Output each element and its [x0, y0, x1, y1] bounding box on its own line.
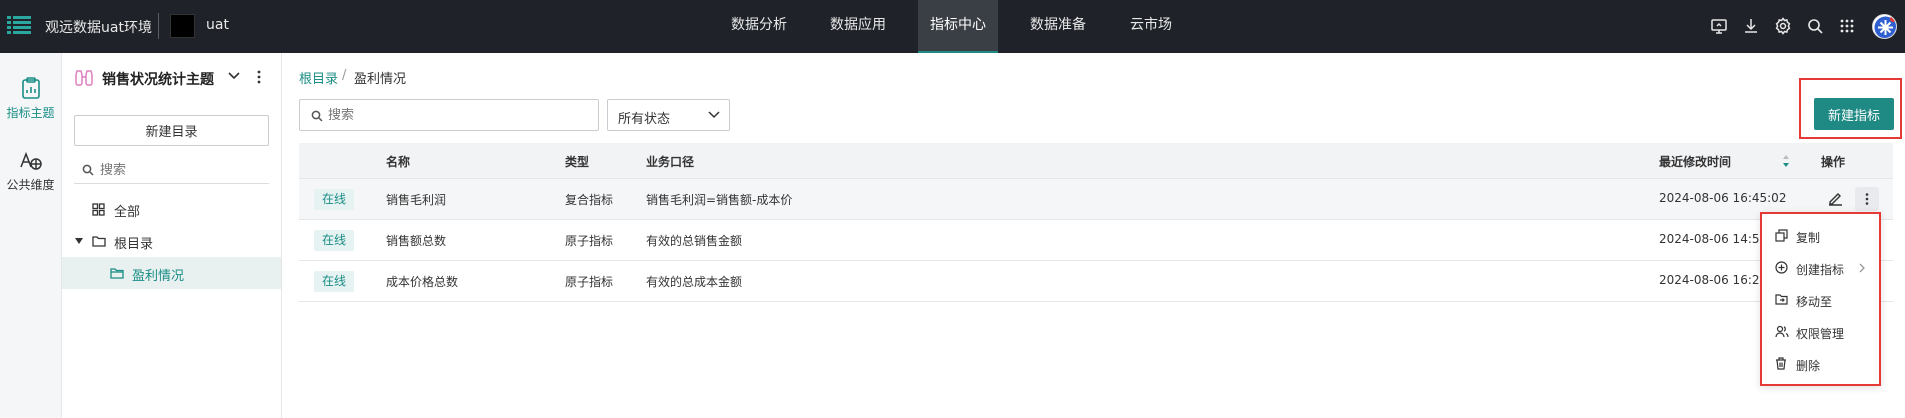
table-header: 名称 类型 业务口径 最近修改时间 操作 [299, 143, 1893, 179]
metric-type: 原子指标 [565, 234, 614, 248]
caret-down-icon[interactable] [75, 238, 83, 244]
metric-definition: 销售毛利润=销售额-成本价 [646, 193, 793, 207]
metric-type: 复合指标 [565, 193, 614, 207]
chevron-right-icon [1859, 263, 1865, 273]
metric-name[interactable]: 成本价格总数 [386, 273, 458, 290]
rail-metric-theme[interactable]: 指标主题 [0, 77, 61, 121]
metric-search-input[interactable] [328, 105, 588, 125]
new-metric-button[interactable]: 新建指标 [1814, 98, 1894, 130]
tree-item-all[interactable]: 全部 [62, 193, 281, 225]
app-title: 观远数据uat环境 [45, 20, 152, 36]
col-type: 类型 [565, 155, 590, 169]
left-rail: 指标主题 公共维度 [0, 53, 62, 418]
menu-create-metric[interactable]: 创建指标 [1762, 253, 1879, 283]
menu-item-label: 权限管理 [1796, 327, 1845, 341]
copy-icon [1775, 229, 1788, 242]
breadcrumb-current: 盈利情况 [354, 72, 407, 87]
status-badge: 在线 [314, 271, 354, 292]
row-more-button[interactable] [1855, 187, 1879, 211]
avatar-icon [1874, 16, 1896, 38]
plus-circle-icon [1775, 261, 1788, 274]
search-icon [82, 164, 94, 176]
col-modified[interactable]: 最近修改时间 [1659, 153, 1731, 170]
clipboard-chart-icon [21, 77, 40, 99]
top-nav-bar: 观远数据uat环境 uat 数据分析 数据应用 指标中心 数据准备 云市场 [0, 0, 1905, 53]
chevron-down-icon[interactable] [228, 71, 240, 81]
menu-item-label: 复制 [1796, 231, 1821, 245]
nav-data-analysis[interactable]: 数据分析 [720, 0, 798, 53]
nav-cloud-market[interactable]: 云市场 [1118, 0, 1184, 53]
metric-definition: 有效的总销售金额 [646, 234, 743, 248]
download-icon[interactable] [1742, 17, 1760, 35]
theme-icon [75, 70, 93, 86]
rail-public-dimension[interactable]: 公共维度 [0, 151, 61, 193]
breadcrumb-root[interactable]: 根目录 [299, 68, 338, 87]
screen-share-icon[interactable] [1710, 17, 1728, 35]
folder-move-icon [1775, 294, 1788, 305]
new-folder-button[interactable]: 新建目录 [74, 115, 269, 146]
tree-search [74, 156, 269, 184]
menu-permissions[interactable]: 权限管理 [1762, 317, 1879, 347]
more-vertical-icon [1865, 193, 1869, 205]
nav-data-prep[interactable]: 数据准备 [1018, 0, 1098, 53]
user-avatar[interactable] [1872, 14, 1897, 39]
metric-name[interactable]: 销售额总数 [386, 232, 446, 249]
breadcrumb-separator: / [342, 68, 347, 83]
status-filter-value: 所有状态 [618, 112, 671, 127]
tree-item-profit[interactable]: 盈利情况 [62, 257, 281, 289]
sort-icon[interactable] [1782, 154, 1790, 168]
metric-modified: 2024-08-06 16:45:02 [1659, 191, 1787, 205]
tree-item-root[interactable]: 根目录 [62, 225, 281, 257]
row-action-menu: 复制 创建指标 移动至 权限管理 删除 [1760, 212, 1881, 386]
menu-delete[interactable]: 删除 [1762, 349, 1879, 379]
metric-search [299, 99, 599, 131]
status-filter-select[interactable]: 所有状态 [607, 99, 730, 131]
rail-metric-theme-label: 指标主题 [6, 106, 55, 120]
table-row[interactable]: 在线 销售额总数 原子指标 有效的总销售金额 2024-08-06 14:5 [299, 220, 1893, 261]
col-actions: 操作 [1821, 155, 1846, 169]
theme-title[interactable]: 销售状况统计主题 [102, 69, 214, 89]
status-badge: 在线 [314, 189, 354, 210]
trash-icon [1776, 357, 1786, 370]
users-icon [1775, 325, 1789, 338]
menu-copy[interactable]: 复制 [1762, 221, 1879, 251]
more-vertical-icon[interactable] [256, 69, 262, 85]
env-label[interactable]: uat [206, 17, 229, 33]
chevron-down-icon [708, 111, 720, 119]
tree-item-label: 全部 [114, 205, 141, 220]
search-icon [311, 110, 323, 122]
dimension-icon [19, 151, 42, 170]
tree-item-label: 根目录 [114, 237, 154, 252]
env-logo [170, 14, 195, 38]
table-row[interactable]: 在线 销售毛利润 复合指标 销售毛利润=销售额-成本价 2024-08-06 1… [299, 179, 1893, 220]
directory-panel: 销售状况统计主题 新建目录 全部 根目录 盈利情况 [62, 53, 282, 418]
tree-search-input[interactable] [100, 159, 260, 181]
table-row[interactable]: 在线 成本价格总数 原子指标 有效的总成本金额 2024-08-06 16:2 [299, 261, 1893, 302]
status-badge: 在线 [314, 230, 354, 251]
folder-icon [92, 236, 106, 247]
edit-icon[interactable] [1828, 191, 1843, 206]
tree-item-label: 盈利情况 [132, 269, 185, 284]
menu-item-label: 创建指标 [1796, 263, 1845, 277]
search-icon[interactable] [1806, 17, 1824, 35]
folder-icon [110, 268, 124, 279]
col-definition: 业务口径 [646, 155, 695, 169]
nav-metric-center[interactable]: 指标中心 [918, 0, 998, 53]
metric-modified: 2024-08-06 16:2 [1659, 273, 1760, 287]
app-grid-icon[interactable] [1838, 17, 1856, 35]
metric-type: 原子指标 [565, 275, 614, 289]
menu-item-label: 删除 [1796, 359, 1821, 373]
grid-icon [92, 203, 105, 216]
logo-icon[interactable] [6, 14, 32, 38]
rail-public-dimension-label: 公共维度 [6, 178, 55, 192]
title-divider [158, 13, 159, 39]
metric-modified: 2024-08-06 14:5 [1659, 232, 1760, 246]
menu-item-label: 移动至 [1796, 295, 1833, 309]
metric-definition: 有效的总成本金额 [646, 275, 743, 289]
metric-name[interactable]: 销售毛利润 [386, 191, 446, 208]
col-name: 名称 [386, 155, 411, 169]
gear-icon[interactable] [1774, 17, 1792, 35]
nav-data-apps[interactable]: 数据应用 [818, 0, 898, 53]
menu-move-to[interactable]: 移动至 [1762, 285, 1879, 315]
